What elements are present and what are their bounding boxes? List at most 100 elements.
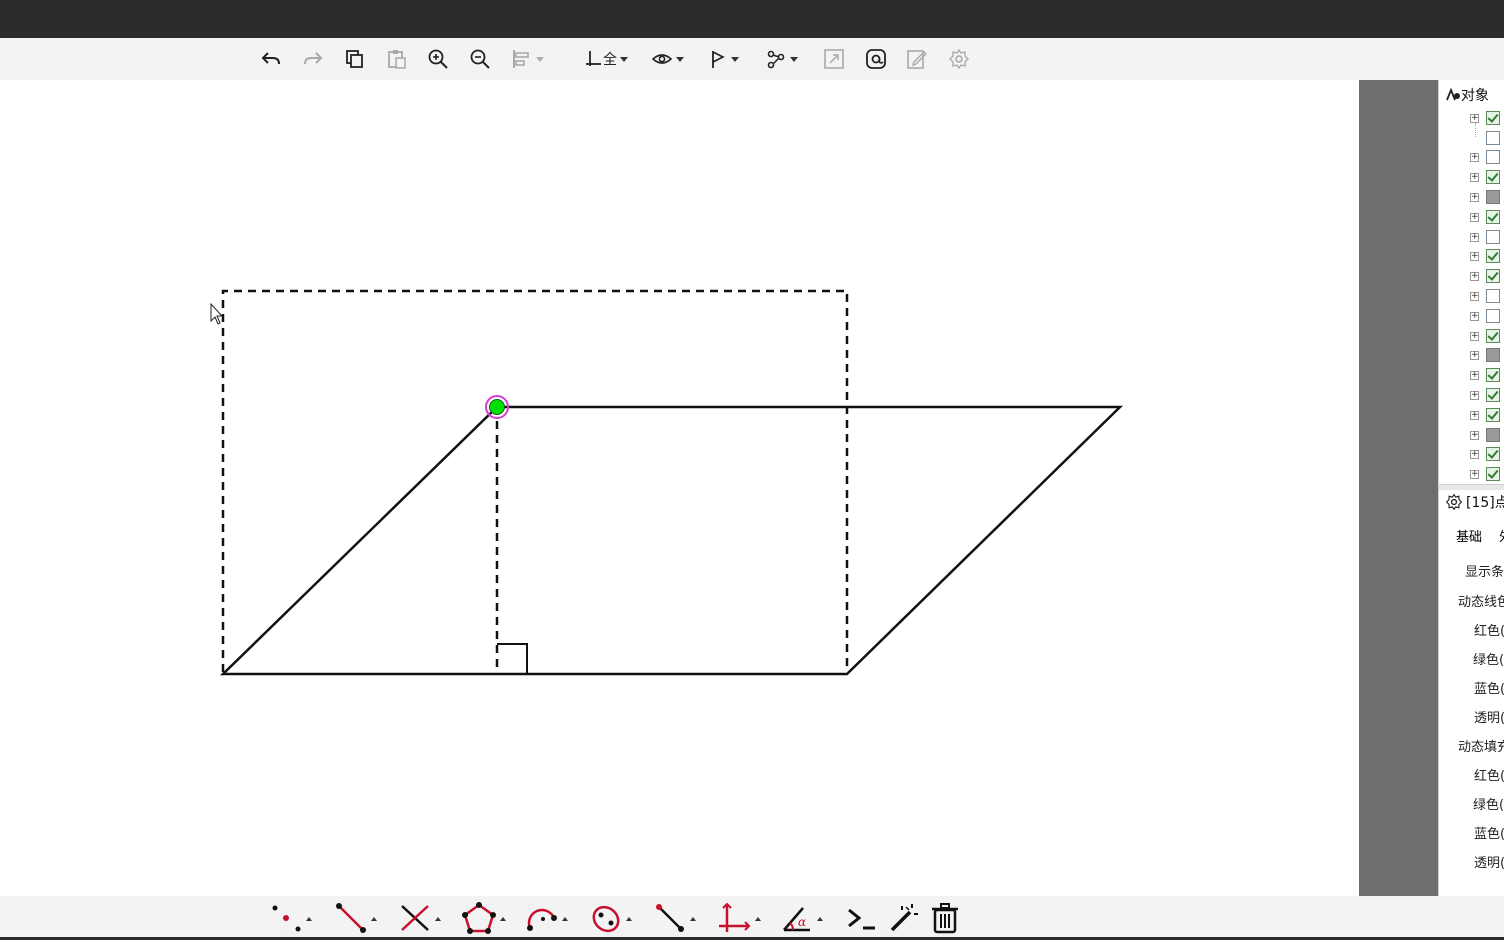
coord-label: 全 xyxy=(603,52,617,68)
tree-row[interactable]: + xyxy=(1439,109,1504,129)
align-icon[interactable] xyxy=(511,48,544,70)
tree-row[interactable]: + xyxy=(1439,287,1504,307)
tree-row[interactable]: + xyxy=(1439,188,1504,208)
visibility-checkbox[interactable] xyxy=(1486,368,1500,382)
parallelogram xyxy=(219,405,1124,676)
at-icon[interactable] xyxy=(865,48,887,70)
axes-icon[interactable]: 全 xyxy=(584,48,628,70)
expand-icon[interactable]: + xyxy=(1470,411,1479,420)
tree-row[interactable]: + xyxy=(1439,346,1504,366)
arc-tool-icon[interactable] xyxy=(526,902,568,934)
undo-icon[interactable] xyxy=(260,48,282,70)
zoom-out-icon[interactable] xyxy=(469,48,491,70)
expand-icon[interactable]: + xyxy=(1470,351,1479,360)
edit-icon[interactable] xyxy=(906,48,928,70)
expand-icon[interactable]: + xyxy=(1470,173,1479,182)
tree-row[interactable]: + xyxy=(1439,386,1504,406)
expand-icon[interactable]: + xyxy=(1470,470,1479,479)
property-label: 蓝色( xyxy=(1474,827,1504,842)
point-tool-icon[interactable] xyxy=(270,902,312,934)
axes-tool-icon[interactable] xyxy=(717,902,761,934)
copy-icon[interactable] xyxy=(344,48,366,70)
expand-icon[interactable]: + xyxy=(1470,391,1479,400)
tab-basic[interactable]: 基础 xyxy=(1456,526,1482,545)
mouse-cursor-icon xyxy=(210,302,224,325)
visibility-checkbox[interactable] xyxy=(1486,309,1500,323)
tree-row[interactable]: + xyxy=(1439,465,1504,485)
tree-row[interactable]: + xyxy=(1439,327,1504,347)
eye-icon[interactable] xyxy=(651,48,684,70)
expand-icon[interactable]: + xyxy=(1470,272,1479,281)
circle-tool-icon[interactable] xyxy=(590,902,632,934)
visibility-checkbox[interactable] xyxy=(1486,170,1500,184)
visibility-checkbox[interactable] xyxy=(1486,230,1500,244)
redo-icon[interactable] xyxy=(302,48,324,70)
settings-icon[interactable] xyxy=(948,48,970,70)
visibility-checkbox[interactable] xyxy=(1486,249,1500,263)
expand-icon[interactable]: + xyxy=(1470,312,1479,321)
expand-icon[interactable]: + xyxy=(1470,332,1479,341)
tree-row[interactable]: + xyxy=(1439,148,1504,168)
tree-row[interactable]: + xyxy=(1439,247,1504,267)
expand-icon[interactable]: + xyxy=(1470,233,1479,242)
panel-divider[interactable] xyxy=(1439,484,1504,490)
visibility-checkbox[interactable] xyxy=(1486,408,1500,422)
expand-icon[interactable]: + xyxy=(1470,431,1479,440)
graph-icon[interactable] xyxy=(765,48,798,70)
tab-other[interactable]: 外 xyxy=(1499,526,1504,545)
visibility-checkbox[interactable] xyxy=(1486,348,1500,362)
visibility-checkbox[interactable] xyxy=(1486,388,1500,402)
paste-icon[interactable] xyxy=(386,48,408,70)
expand-icon[interactable]: + xyxy=(1470,252,1479,261)
bottom-toolbar: α xyxy=(0,896,1504,940)
zoom-in-icon[interactable] xyxy=(427,48,449,70)
vector-tool-icon[interactable] xyxy=(654,902,696,934)
visibility-checkbox[interactable] xyxy=(1486,289,1500,303)
expand-icon[interactable]: + xyxy=(1470,213,1479,222)
visibility-checkbox[interactable] xyxy=(1486,447,1500,461)
visibility-checkbox[interactable] xyxy=(1486,269,1500,283)
objects-icon xyxy=(1446,88,1460,101)
tree-row[interactable]: + xyxy=(1439,366,1504,386)
visibility-checkbox[interactable] xyxy=(1486,428,1500,442)
visibility-checkbox[interactable] xyxy=(1486,111,1500,125)
expand-icon[interactable]: + xyxy=(1470,292,1479,301)
properties-header: [15]点 xyxy=(1445,492,1504,512)
intersect-tool-icon[interactable] xyxy=(399,902,441,934)
drawing-canvas[interactable] xyxy=(0,80,1359,896)
visibility-checkbox[interactable] xyxy=(1486,210,1500,224)
tree-row[interactable]: + xyxy=(1439,307,1504,327)
tree-row[interactable]: + xyxy=(1439,406,1504,426)
fullscreen-icon[interactable] xyxy=(823,48,845,70)
trash-icon[interactable] xyxy=(930,902,960,934)
command-tool-icon[interactable] xyxy=(845,902,877,934)
tree-row[interactable]: + xyxy=(1439,228,1504,248)
expand-icon[interactable]: + xyxy=(1470,153,1479,162)
expand-icon[interactable]: + xyxy=(1470,450,1479,459)
tree-row[interactable]: + xyxy=(1439,267,1504,287)
expand-icon[interactable]: + xyxy=(1470,371,1479,380)
svg-text:α: α xyxy=(798,915,806,929)
expand-icon[interactable]: + xyxy=(1470,193,1479,202)
tree-row[interactable]: + xyxy=(1439,445,1504,465)
visibility-checkbox[interactable] xyxy=(1486,329,1500,343)
polygon-tool-icon[interactable] xyxy=(462,902,506,934)
tree-row[interactable] xyxy=(1439,123,1504,149)
visibility-checkbox[interactable] xyxy=(1486,150,1500,164)
objects-header: 对象 xyxy=(1445,86,1489,104)
flag-icon[interactable] xyxy=(708,48,739,70)
visibility-checkbox[interactable] xyxy=(1486,467,1500,481)
tree-row[interactable]: + xyxy=(1439,168,1504,188)
tree-row[interactable]: + xyxy=(1439,208,1504,228)
magic-wand-icon[interactable] xyxy=(888,902,920,934)
visibility-checkbox[interactable] xyxy=(1486,131,1500,145)
angle-tool-icon[interactable]: α xyxy=(781,902,823,934)
segment-tool-icon[interactable] xyxy=(335,902,377,934)
title-bar xyxy=(0,0,1504,38)
tree-row[interactable]: + xyxy=(1439,426,1504,446)
property-label: 蓝色( xyxy=(1474,682,1504,697)
expand-icon[interactable]: + xyxy=(1470,114,1479,123)
objects-title: 对象 xyxy=(1461,88,1489,104)
visibility-checkbox[interactable] xyxy=(1486,190,1500,204)
panel-splitter[interactable] xyxy=(1359,80,1438,896)
